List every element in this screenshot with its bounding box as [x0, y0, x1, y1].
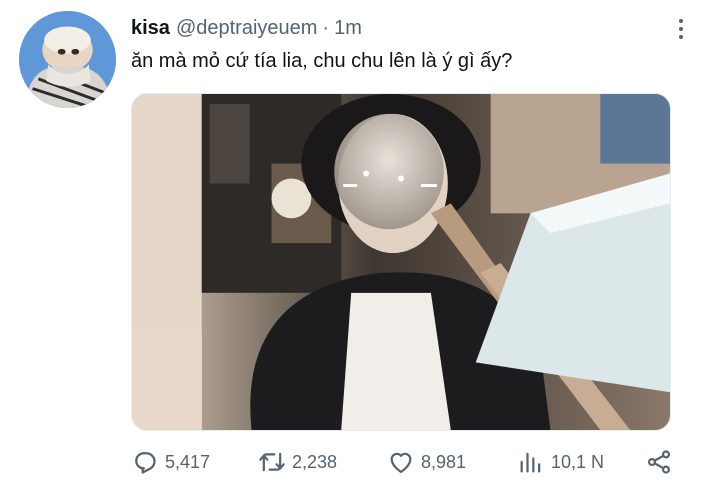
views-icon [520, 452, 541, 473]
separator-dot: · [322, 16, 330, 39]
avatar[interactable] [19, 11, 116, 108]
like-count: 8,981 [421, 451, 467, 472]
share-icon [647, 450, 671, 474]
tweet-actions: 5,417 2,238 8,981 10,1 N [131, 444, 676, 480]
tweet-text: ăn mà mỏ cứ tía lia, chu chu lên là ý gì… [131, 50, 513, 72]
retweet-button[interactable]: 2,238 [258, 444, 337, 480]
tweet-timestamp[interactable]: 1m [334, 17, 362, 40]
views-count: 10,1 N [551, 451, 605, 472]
reply-button[interactable]: 5,417 [131, 444, 210, 480]
tweet-photo [132, 94, 670, 430]
author-handle[interactable]: @deptraiyeuem [176, 17, 317, 40]
retweet-count: 2,238 [292, 451, 338, 472]
share-button[interactable] [645, 444, 673, 480]
retweet-icon [259, 452, 285, 472]
tweet-media[interactable] [131, 93, 671, 431]
like-button[interactable]: 8,981 [387, 444, 466, 480]
author-display-name[interactable]: kisa [131, 17, 170, 40]
reply-count: 5,417 [165, 451, 211, 472]
reply-icon [135, 452, 156, 474]
more-options-icon[interactable] [670, 14, 692, 44]
heart-icon [390, 452, 412, 474]
views-button[interactable]: 10,1 N [517, 444, 604, 480]
tweet-header: kisa @deptraiyeuem · 1m [131, 16, 362, 40]
avatar-image [19, 11, 116, 108]
